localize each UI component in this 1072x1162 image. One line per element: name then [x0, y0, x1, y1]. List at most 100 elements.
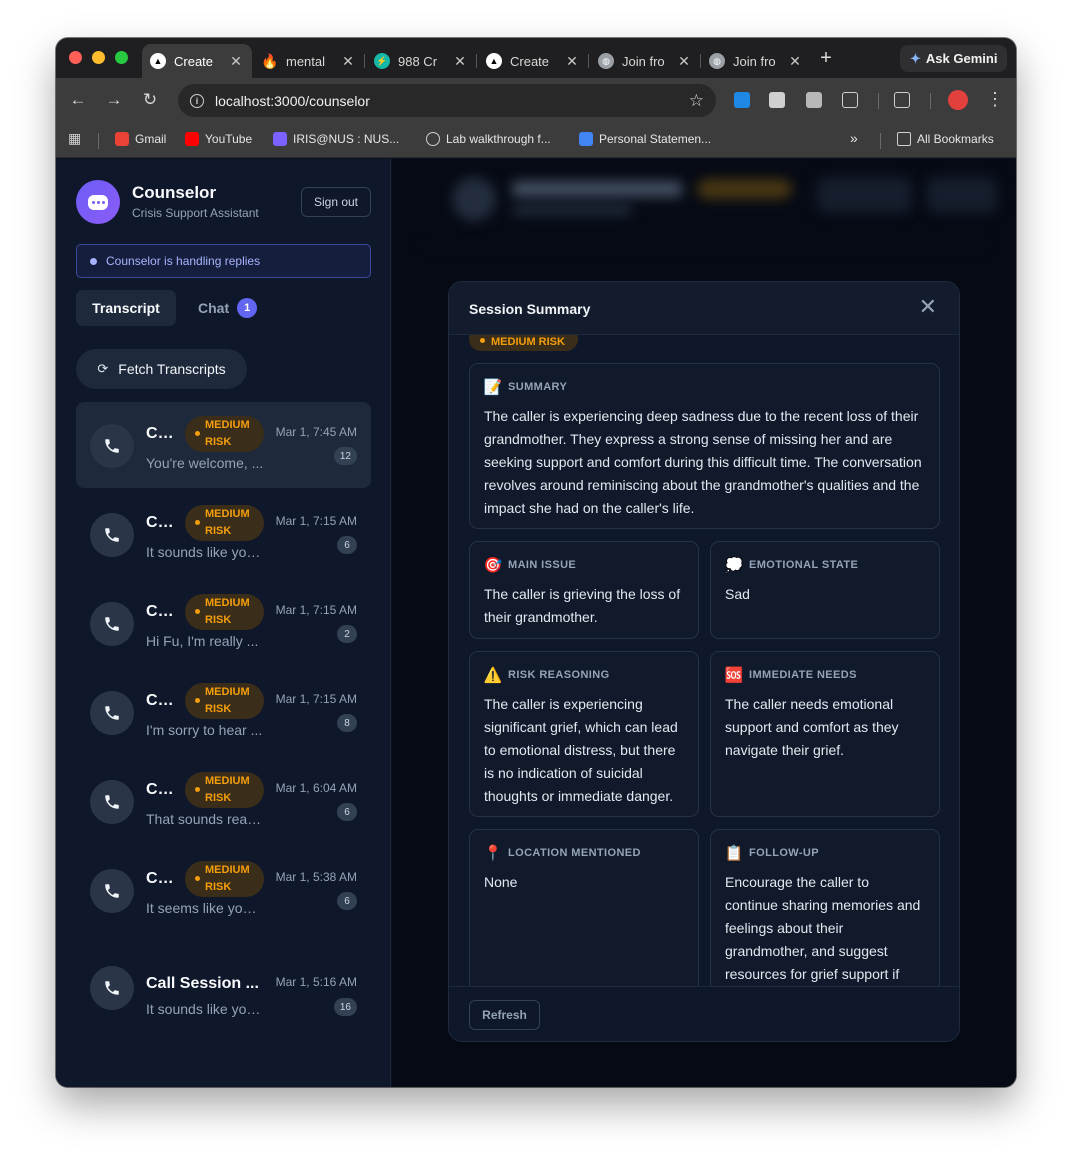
session-list-item[interactable]: Call Session MEDIUMRISK Mar 1, 7:15 AM 6 It … — [76, 491, 371, 577]
close-window-button[interactable] — [69, 51, 82, 64]
folder-icon — [897, 132, 911, 146]
reload-icon[interactable]: ↻ — [140, 90, 160, 110]
tab-close-icon[interactable]: ✕ — [676, 53, 692, 70]
bookmark-iris-nus[interactable]: IRIS@NUS : NUS... — [273, 132, 399, 146]
session-summary-modal: Session Summary ✕ MEDIUM RISK 📝 SUMMARY T… — [448, 281, 960, 1042]
iris-icon — [273, 132, 287, 146]
globe-icon: ◍ — [709, 53, 725, 69]
more-bookmarks-icon[interactable]: » — [850, 130, 858, 146]
address-bar[interactable]: i localhost:3000/counselor ☆ — [178, 84, 716, 117]
session-list-item[interactable]: Call Session ... Mar 1, 5:16 AM 16 It sound… — [76, 936, 371, 1022]
fetch-transcripts-button[interactable]: ⟳ Fetch Transcripts — [76, 349, 247, 389]
apps-grid-icon[interactable]: ▦ — [68, 130, 81, 147]
profile-avatar[interactable] — [948, 90, 968, 110]
tab-close-icon[interactable]: ✕ — [452, 53, 468, 70]
tab-close-icon[interactable]: ✕ — [564, 53, 580, 70]
thought-bubble-icon: 💭 — [724, 557, 744, 574]
extension-icon[interactable] — [806, 92, 822, 108]
session-timestamp: Mar 1, 5:16 AM — [275, 975, 357, 989]
session-title: Call Session — [146, 603, 178, 620]
flame-icon: 🔥 — [261, 52, 279, 69]
bookmark-gmail[interactable]: Gmail — [115, 132, 166, 146]
follow-up-text: Encourage the caller to continue sharing… — [725, 874, 921, 982]
message-count-badge: 12 — [333, 447, 357, 465]
browser-tab-0[interactable]: ▲ Create ✕ — [142, 44, 252, 78]
bookmarks-bar: ▦ Gmail YouTube IRIS@NUS : NUS... Lab wa… — [56, 123, 1016, 158]
refresh-icon: ⟳ — [97, 361, 109, 376]
more-menu-icon[interactable]: ⋮ — [986, 89, 1004, 109]
sign-out-button[interactable]: Sign out — [301, 187, 371, 217]
session-title: Call Session — [146, 870, 178, 887]
browser-tab-2[interactable]: ⚡ 988 Cr ✕ — [366, 44, 476, 78]
vercel-icon: ▲ — [150, 53, 166, 69]
browser-tab-5[interactable]: ◍ Join fro ✕ — [701, 44, 811, 78]
tab-chat[interactable]: Chat 1 — [198, 290, 258, 326]
extensions-puzzle-icon[interactable] — [842, 92, 858, 108]
session-timestamp: Mar 1, 7:15 AM — [275, 692, 357, 706]
minimize-window-button[interactable] — [92, 51, 105, 64]
maximize-window-button[interactable] — [115, 51, 128, 64]
extension-icon[interactable] — [734, 92, 750, 108]
app-subtitle: Crisis Support Assistant — [132, 206, 259, 220]
tab-transcript[interactable]: Transcript — [76, 290, 176, 326]
bookmark-personal-statement[interactable]: Personal Statemen... — [579, 132, 711, 146]
browser-tab-4[interactable]: ◍ Join fro ✕ — [590, 44, 700, 78]
risk-badge: MEDIUM RISK — [185, 505, 264, 541]
session-title: Call Session — [146, 425, 178, 442]
phone-icon — [90, 602, 134, 646]
sidebar: Counselor Crisis Support Assistant Sign … — [56, 159, 391, 1087]
message-count-badge: 6 — [337, 803, 357, 821]
session-list-item[interactable]: Call Session MEDIUMRISK Mar 1, 5:38 AM 6 It … — [76, 847, 371, 933]
tab-close-icon[interactable]: ✕ — [787, 53, 803, 70]
session-timestamp: Mar 1, 7:45 AM — [275, 425, 357, 439]
back-arrow-icon[interactable]: ← — [68, 90, 88, 110]
risk-badge: MEDIUM RISK — [185, 861, 264, 897]
main-issue-text: The caller is grieving the loss of their… — [484, 586, 681, 625]
session-list-item[interactable]: Call Session MEDIUMRISK Mar 1, 7:15 AM 8 I'm… — [76, 669, 371, 755]
summary-text: The caller is experiencing deep sadness … — [484, 408, 922, 516]
site-info-icon[interactable]: i — [190, 93, 204, 108]
browser-tab-1[interactable]: 🔥 mental ✕ — [254, 44, 364, 78]
browser-toolbar: ← → ↻ i localhost:3000/counselor ☆ ⋮ — [56, 78, 1016, 123]
message-count-badge: 2 — [337, 625, 357, 643]
status-dot-icon — [90, 257, 97, 265]
session-list-item[interactable]: Call Session MEDIUMRISK Mar 1, 7:15 AM 2 Hi … — [76, 580, 371, 666]
extension-icon[interactable] — [769, 92, 785, 108]
session-title: Call Session — [146, 781, 178, 798]
close-icon[interactable]: ✕ — [919, 296, 937, 318]
session-preview: You're welcome, ... — [146, 455, 264, 471]
blurred-subtitle — [512, 205, 632, 215]
blurred-risk-badge — [697, 179, 792, 199]
bookmark-lab-walkthrough[interactable]: Lab walkthrough f... — [426, 132, 551, 146]
openai-icon — [426, 132, 440, 146]
target-icon: 🎯 — [483, 557, 503, 574]
session-title: Call Session — [146, 514, 178, 531]
browser-tab-3[interactable]: ▲ Create ✕ — [478, 44, 588, 78]
bookmark-youtube[interactable]: YouTube — [185, 132, 252, 146]
phone-icon — [90, 780, 134, 824]
immediate-needs-text: The caller needs emotional support and c… — [725, 696, 899, 758]
session-timestamp: Mar 1, 7:15 AM — [275, 514, 357, 528]
tab-close-icon[interactable]: ✕ — [340, 53, 356, 70]
emotional-state-text: Sad — [725, 586, 750, 602]
forward-arrow-icon[interactable]: → — [104, 90, 124, 110]
gemini-sparkle-icon: ✦ — [910, 50, 921, 66]
blurred-button — [927, 177, 997, 213]
bookmark-star-icon[interactable]: ☆ — [689, 91, 704, 111]
all-bookmarks-button[interactable]: All Bookmarks — [897, 132, 994, 146]
message-count-badge: 8 — [337, 714, 357, 732]
session-list-item[interactable]: Call Session MEDIUMRISK Mar 1, 7:45 AM 12 Yo… — [76, 402, 371, 488]
risk-badge: MEDIUM RISK — [185, 683, 264, 719]
bolt-icon: ⚡ — [374, 53, 390, 69]
ask-gemini-button[interactable]: ✦ Ask Gemini — [900, 45, 1008, 72]
session-list-item[interactable]: Call Session MEDIUMRISK Mar 1, 6:04 AM 6 Tha… — [76, 758, 371, 844]
tab-search-icon[interactable] — [894, 92, 910, 108]
new-tab-button[interactable]: + — [816, 48, 836, 68]
chat-count-badge: 1 — [237, 298, 258, 318]
modal-body[interactable]: MEDIUM RISK 📝 SUMMARY The caller is exper… — [449, 335, 959, 986]
tab-close-icon[interactable]: ✕ — [228, 53, 244, 70]
refresh-button[interactable]: Refresh — [469, 1000, 540, 1030]
modal-footer: Refresh — [449, 986, 959, 1041]
immediate-needs-card: 🆘 IMMEDIATE NEEDS The caller needs emotio… — [710, 651, 940, 817]
summary-card: 📝 SUMMARY The caller is experiencing deep… — [469, 363, 940, 529]
